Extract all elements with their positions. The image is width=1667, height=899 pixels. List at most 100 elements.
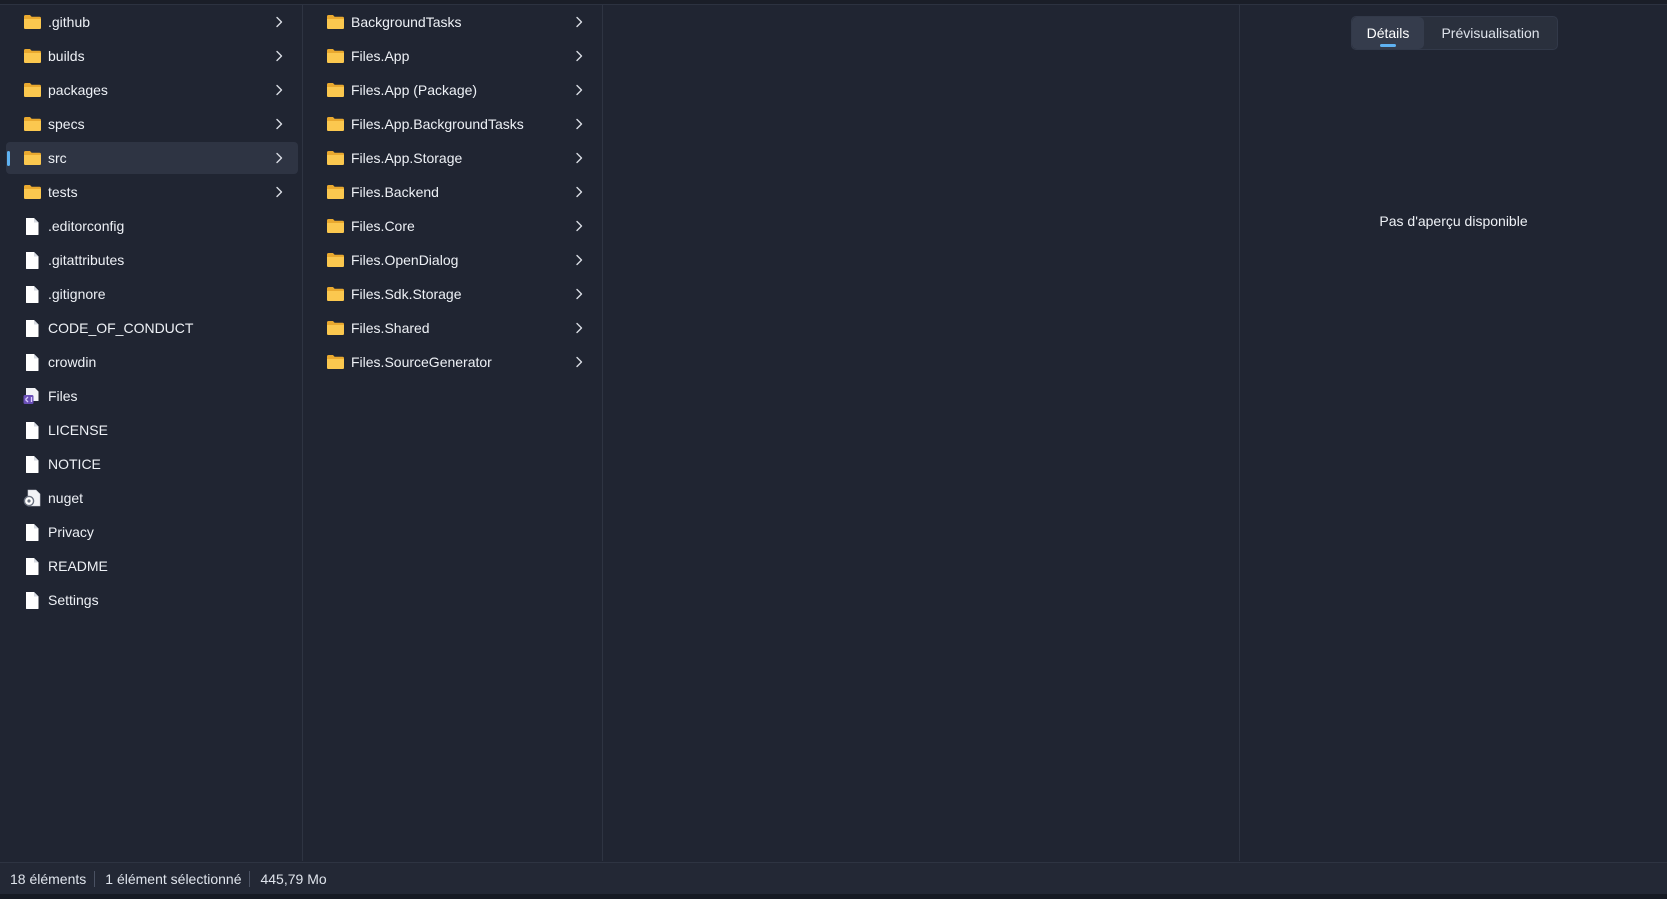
folder-icon: [325, 13, 345, 31]
list-item-files-backend[interactable]: Files.Backend: [309, 176, 598, 208]
folder-icon: [22, 81, 42, 99]
list-item-settings[interactable]: Settings: [6, 584, 298, 616]
chevron-right-icon[interactable]: [572, 117, 586, 131]
tab-preview[interactable]: Prévisualisation: [1424, 17, 1557, 49]
folder-icon: [325, 319, 345, 337]
chevron-right-icon[interactable]: [272, 185, 286, 199]
list-item-src[interactable]: src: [6, 142, 298, 174]
tab-details[interactable]: Détails: [1352, 17, 1424, 49]
list-item-notice[interactable]: NOTICE: [6, 448, 298, 480]
list-item-files-core[interactable]: Files.Core: [309, 210, 598, 242]
column-root: .github builds packages specs src tests .edito…: [0, 5, 303, 861]
list-item-github[interactable]: .github: [6, 6, 298, 38]
list-item-gitattributes[interactable]: .gitattributes: [6, 244, 298, 276]
list-item-privacy[interactable]: Privacy: [6, 516, 298, 548]
item-label: Files.Shared: [351, 320, 430, 336]
item-label: nuget: [48, 490, 84, 506]
status-selection-count: 1 élément sélectionné: [105, 871, 242, 887]
list-item-files-app[interactable]: Files.App: [309, 40, 598, 72]
folder-icon: [325, 183, 345, 201]
file-icon: [22, 285, 42, 303]
file-icon: [22, 217, 42, 235]
chevron-right-icon[interactable]: [572, 355, 586, 369]
file-explorer-window: .github builds packages specs src tests .edito…: [0, 0, 1667, 899]
item-label: Files: [48, 388, 78, 404]
item-label: Files.Core: [351, 218, 415, 234]
status-selection-size: 445,79 Mo: [260, 871, 327, 887]
folder-icon: [22, 183, 42, 201]
folder-icon: [22, 149, 42, 167]
item-label: Files.Backend: [351, 184, 439, 200]
config-file-icon: [22, 489, 42, 507]
chevron-right-icon[interactable]: [572, 185, 586, 199]
list-item-builds[interactable]: builds: [6, 40, 298, 72]
chevron-right-icon[interactable]: [272, 83, 286, 97]
list-item-backgroundtasks[interactable]: BackgroundTasks: [309, 6, 598, 38]
list-item-files-sourcegenerator[interactable]: Files.SourceGenerator: [309, 346, 598, 378]
folder-icon: [325, 81, 345, 99]
item-label: Files.App: [351, 48, 410, 64]
list-item-specs[interactable]: specs: [6, 108, 298, 140]
folder-icon: [325, 353, 345, 371]
item-label: Files.App.BackgroundTasks: [351, 116, 524, 132]
list-item-files-sdk-storage[interactable]: Files.Sdk.Storage: [309, 278, 598, 310]
list-item-files-app-backgroundtasks[interactable]: Files.App.BackgroundTasks: [309, 108, 598, 140]
item-label: src: [48, 150, 67, 166]
list-item-readme[interactable]: README: [6, 550, 298, 582]
item-label: Files.Sdk.Storage: [351, 286, 462, 302]
chevron-right-icon[interactable]: [572, 321, 586, 335]
column-src: BackgroundTasks Files.App Files.App (Packa…: [303, 5, 603, 861]
file-icon: [22, 353, 42, 371]
list-item-nuget[interactable]: nuget: [6, 482, 298, 514]
file-icon: [22, 523, 42, 541]
chevron-right-icon[interactable]: [272, 151, 286, 165]
chevron-right-icon[interactable]: [572, 49, 586, 63]
list-item-code-of-conduct[interactable]: CODE_OF_CONDUCT: [6, 312, 298, 344]
list-item-files[interactable]: Files: [6, 380, 298, 412]
file-icon: [22, 319, 42, 337]
item-label: Files.App (Package): [351, 82, 478, 98]
column-view: .github builds packages specs src tests .edito…: [0, 5, 1240, 861]
list-item-editorconfig[interactable]: .editorconfig: [6, 210, 298, 242]
chevron-right-icon[interactable]: [572, 15, 586, 29]
item-label: README: [48, 558, 108, 574]
list-item-packages[interactable]: packages: [6, 74, 298, 106]
item-label: .gitignore: [48, 286, 106, 302]
chevron-right-icon[interactable]: [572, 83, 586, 97]
list-item-files-app-storage[interactable]: Files.App.Storage: [309, 142, 598, 174]
list-item-files-shared[interactable]: Files.Shared: [309, 312, 598, 344]
item-label: .github: [48, 14, 91, 30]
chevron-right-icon[interactable]: [572, 151, 586, 165]
folder-icon: [22, 47, 42, 65]
chevron-right-icon[interactable]: [572, 287, 586, 301]
preview-tab-switcher: Détails Prévisualisation: [1351, 16, 1558, 50]
item-label: builds: [48, 48, 85, 64]
item-label: Files.SourceGenerator: [351, 354, 492, 370]
item-label: NOTICE: [48, 456, 101, 472]
file-icon: [22, 557, 42, 575]
chevron-right-icon[interactable]: [572, 253, 586, 267]
chevron-right-icon[interactable]: [272, 117, 286, 131]
folder-icon: [325, 285, 345, 303]
item-label: crowdin: [48, 354, 97, 370]
preview-pane: Détails Prévisualisation Pas d'aperçu di…: [1240, 5, 1667, 861]
visual-studio-solution-icon: [22, 387, 42, 405]
chevron-right-icon[interactable]: [272, 49, 286, 63]
item-label: .editorconfig: [48, 218, 125, 234]
list-item-tests[interactable]: tests: [6, 176, 298, 208]
item-label: Files.OpenDialog: [351, 252, 459, 268]
list-item-license[interactable]: LICENSE: [6, 414, 298, 446]
folder-icon: [22, 13, 42, 31]
list-item-files-app-package[interactable]: Files.App (Package): [309, 74, 598, 106]
item-label: tests: [48, 184, 78, 200]
list-item-files-opendialog[interactable]: Files.OpenDialog: [309, 244, 598, 276]
folder-icon: [325, 251, 345, 269]
chevron-right-icon[interactable]: [272, 15, 286, 29]
list-item-crowdin[interactable]: crowdin: [6, 346, 298, 378]
file-icon: [22, 251, 42, 269]
chevron-right-icon[interactable]: [572, 219, 586, 233]
folder-icon: [325, 115, 345, 133]
status-bar: 18 éléments 1 élément sélectionné 445,79…: [0, 862, 1667, 895]
list-item-gitignore[interactable]: .gitignore: [6, 278, 298, 310]
file-icon: [22, 591, 42, 609]
